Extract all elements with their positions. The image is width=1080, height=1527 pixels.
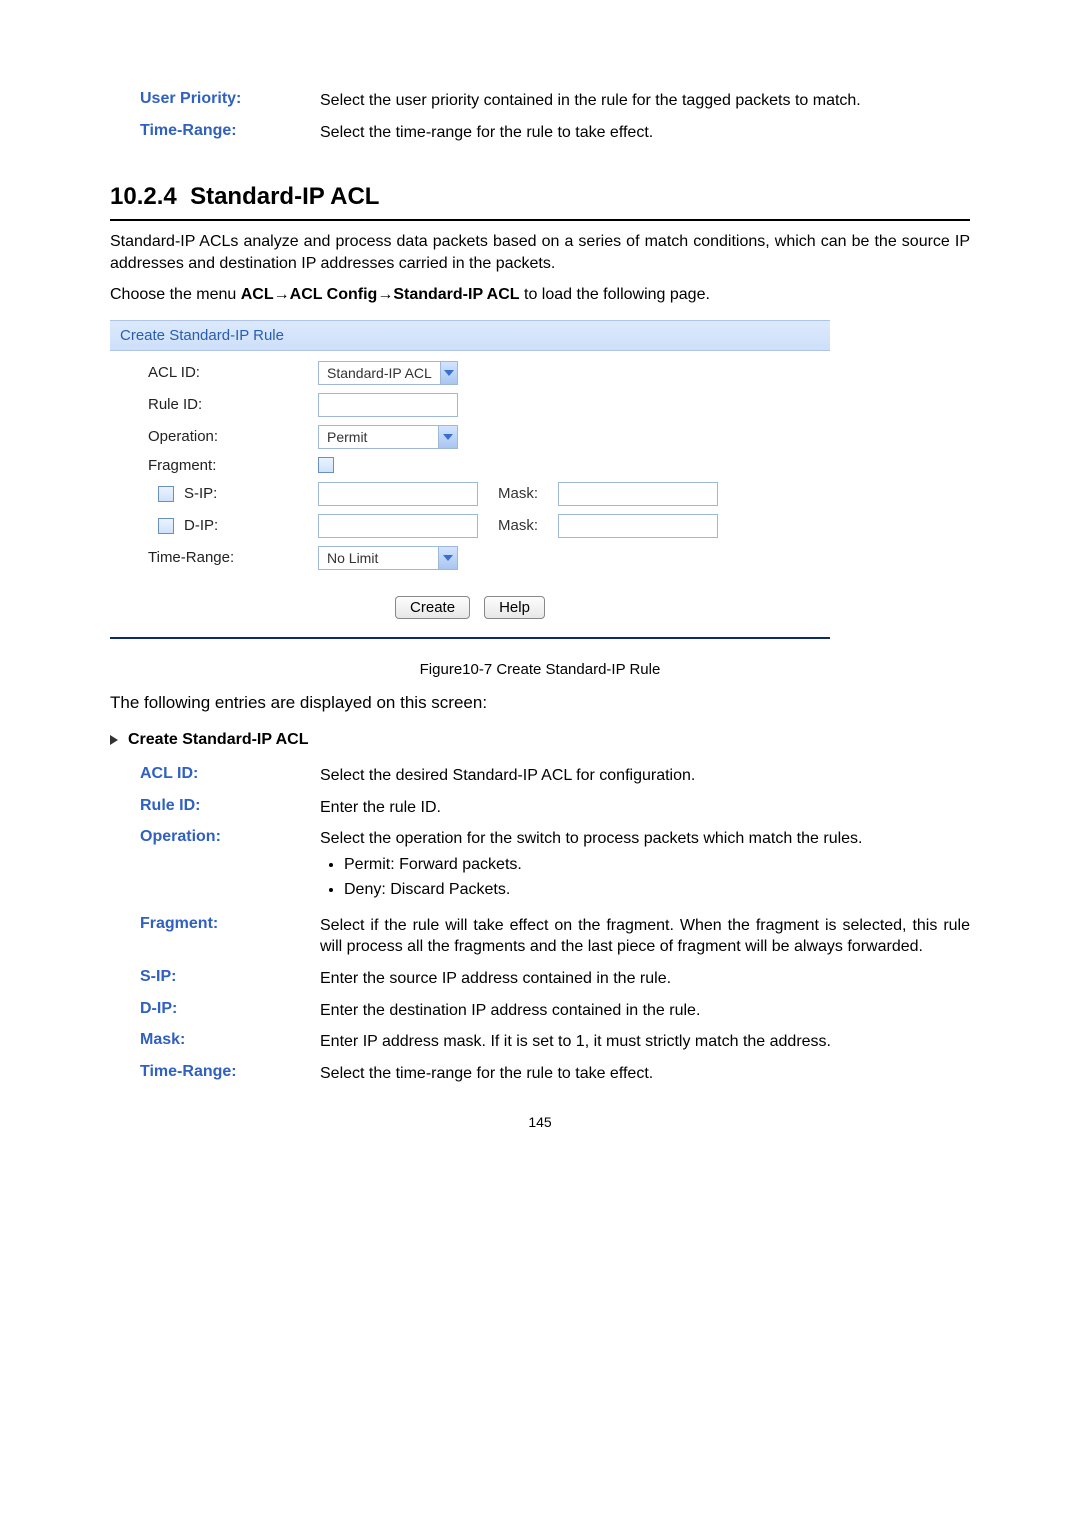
sip-mask-input[interactable] xyxy=(558,482,718,506)
sip-checkbox[interactable] xyxy=(158,486,174,502)
definition-label-dip: D-IP: xyxy=(140,1000,320,1022)
document-page: User Priority: Select the user priority … xyxy=(0,0,1080,1527)
bullet-deny: Deny: Discard Packets. xyxy=(344,879,970,901)
section-number: 10.2.4 xyxy=(110,183,177,210)
create-rule-panel: Create Standard-IP Rule ACL ID: Standard… xyxy=(110,320,830,639)
section-heading: 10.2.4 Standard-IP ACL xyxy=(110,183,970,211)
definition-row: Time-Range: Select the time-range for th… xyxy=(140,122,970,144)
button-row: Create Help xyxy=(110,596,830,619)
dip-mask-input[interactable] xyxy=(558,514,718,538)
definition-label-mask: Mask: xyxy=(140,1031,320,1053)
definition-label-user-priority: User Priority: xyxy=(140,90,320,112)
form-grid: ACL ID: Standard-IP ACL Rule ID: Operati… xyxy=(110,351,830,580)
triangle-bullet-icon xyxy=(110,735,118,745)
definition-label-sip: S-IP: xyxy=(140,968,320,990)
dip-input[interactable] xyxy=(318,514,478,538)
definition-row: User Priority: Select the user priority … xyxy=(140,90,970,112)
definition-row: D-IP: Enter the destination IP address c… xyxy=(140,1000,970,1022)
entries-intro: The following entries are displayed on t… xyxy=(110,692,970,715)
definition-value: Enter the rule ID. xyxy=(320,797,970,819)
definition-value: Select the operation for the switch to p… xyxy=(320,828,970,905)
section-divider xyxy=(110,219,970,221)
figure-caption: Figure10-7 Create Standard-IP Rule xyxy=(110,661,970,678)
definition-label-fragment: Fragment: xyxy=(140,915,320,958)
label-dip-mask: Mask: xyxy=(498,517,538,534)
definitions-block: ACL ID: Select the desired Standard-IP A… xyxy=(110,765,970,1085)
definition-row: Mask: Enter IP address mask. If it is se… xyxy=(140,1031,970,1053)
help-button[interactable]: Help xyxy=(484,596,545,619)
sip-input[interactable] xyxy=(318,482,478,506)
page-number: 145 xyxy=(110,1114,970,1130)
definition-value: Select the time-range for the rule to ta… xyxy=(320,122,970,144)
top-definitions-block: User Priority: Select the user priority … xyxy=(110,90,970,143)
definition-value: Enter the destination IP address contain… xyxy=(320,1000,970,1022)
label-fragment: Fragment: xyxy=(148,457,318,474)
label-sip-row: S-IP: xyxy=(148,485,318,502)
label-sip-mask: Mask: xyxy=(498,485,538,502)
definition-label-rule-id: Rule ID: xyxy=(140,797,320,819)
definition-row: S-IP: Enter the source IP address contai… xyxy=(140,968,970,990)
definition-row: Operation: Select the operation for the … xyxy=(140,828,970,905)
time-range-dropdown[interactable]: No Limit xyxy=(318,546,458,570)
label-operation: Operation: xyxy=(148,428,318,445)
definition-row: Rule ID: Enter the rule ID. xyxy=(140,797,970,819)
label-time-range: Time-Range: xyxy=(148,549,318,566)
panel-title-bar: Create Standard-IP Rule xyxy=(110,320,830,351)
definition-row: Time-Range: Select the time-range for th… xyxy=(140,1063,970,1085)
label-dip-row: D-IP: xyxy=(148,517,318,534)
intro2-prefix: Choose the menu xyxy=(110,286,241,303)
label-dip: D-IP: xyxy=(184,517,218,534)
intro-paragraph-2: Choose the menu ACL→ACL Config→Standard-… xyxy=(110,284,970,306)
bullet-permit: Permit: Forward packets. xyxy=(344,854,970,876)
definition-value: Select the desired Standard-IP ACL for c… xyxy=(320,765,970,787)
chevron-down-icon xyxy=(438,426,457,448)
operation-bullets: Permit: Forward packets. Deny: Discard P… xyxy=(320,854,970,901)
definition-row: ACL ID: Select the desired Standard-IP A… xyxy=(140,765,970,787)
intro-paragraph-1: Standard-IP ACLs analyze and process dat… xyxy=(110,231,970,274)
sub-heading: Create Standard-IP ACL xyxy=(128,731,308,749)
definition-row: Fragment: Select if the rule will take e… xyxy=(140,915,970,958)
time-range-dropdown-value: No Limit xyxy=(319,550,438,566)
create-button[interactable]: Create xyxy=(395,596,470,619)
acl-id-dropdown-value: Standard-IP ACL xyxy=(319,365,440,381)
definition-value: Select if the rule will take effect on t… xyxy=(320,915,970,958)
chevron-down-icon xyxy=(438,547,457,569)
dip-checkbox[interactable] xyxy=(158,518,174,534)
fragment-checkbox[interactable] xyxy=(318,457,334,473)
rule-id-input[interactable] xyxy=(318,393,458,417)
definition-value: Enter the source IP address contained in… xyxy=(320,968,970,990)
definition-value: Enter IP address mask. If it is set to 1… xyxy=(320,1031,970,1053)
operation-dropdown-value: Permit xyxy=(319,429,438,445)
sub-heading-row: Create Standard-IP ACL xyxy=(110,731,970,749)
definition-value: Select the time-range for the rule to ta… xyxy=(320,1063,970,1085)
definition-label-time-range: Time-Range: xyxy=(140,1063,320,1085)
chevron-down-icon xyxy=(440,362,457,384)
label-rule-id: Rule ID: xyxy=(148,396,318,413)
definition-operation-text: Select the operation for the switch to p… xyxy=(320,830,863,847)
definition-label-operation: Operation: xyxy=(140,828,320,905)
definition-value: Select the user priority contained in th… xyxy=(320,90,970,112)
label-sip: S-IP: xyxy=(184,485,217,502)
definition-label-time-range: Time-Range: xyxy=(140,122,320,144)
operation-dropdown[interactable]: Permit xyxy=(318,425,458,449)
label-acl-id: ACL ID: xyxy=(148,364,318,381)
intro2-suffix: to load the following page. xyxy=(520,286,710,303)
acl-id-dropdown[interactable]: Standard-IP ACL xyxy=(318,361,458,385)
intro2-menu-path: ACL→ACL Config→Standard-IP ACL xyxy=(241,286,520,303)
section-title: Standard-IP ACL xyxy=(190,183,379,210)
definition-label-acl-id: ACL ID: xyxy=(140,765,320,787)
